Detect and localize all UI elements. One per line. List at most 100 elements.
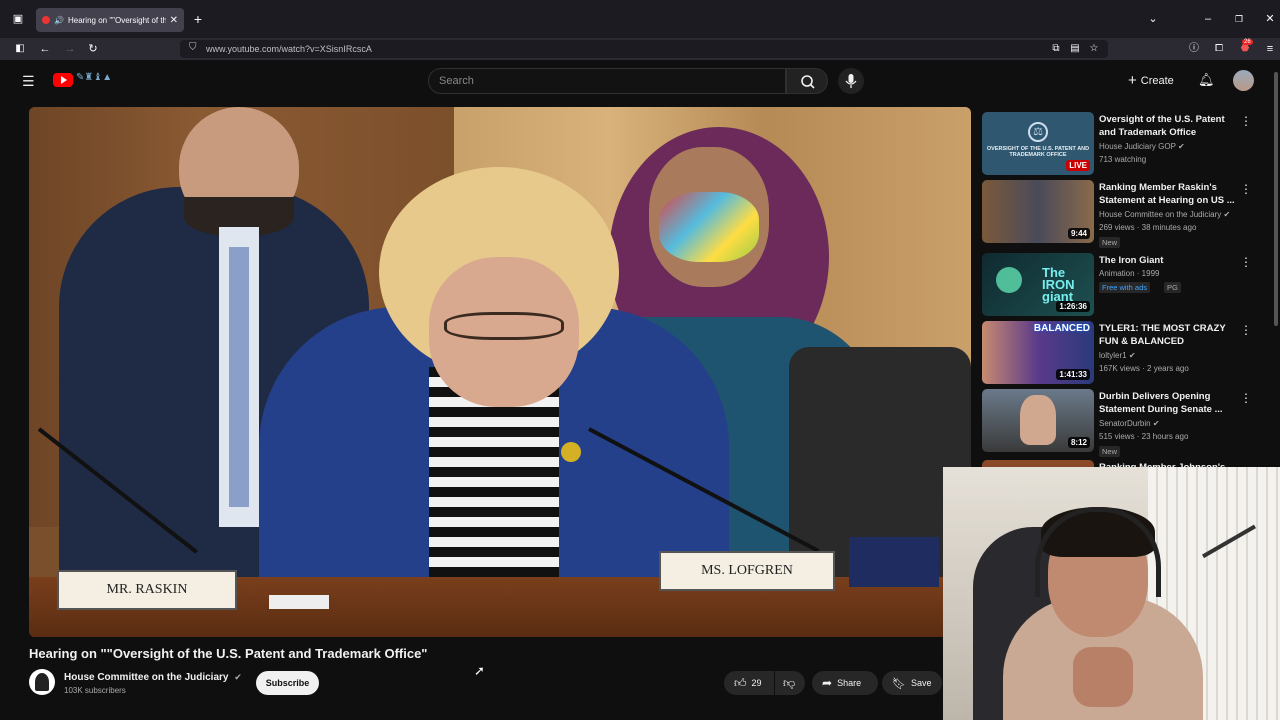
notifications-bell-icon[interactable]: 🔔︎ <box>1198 72 1215 88</box>
youtube-favicon-icon <box>42 16 50 24</box>
url-bar[interactable]: ⛉ www.youtube.com/watch?v=XSisnIRcscA <box>180 40 1108 58</box>
save-label: Save <box>910 678 932 688</box>
create-label: Create <box>1140 74 1174 87</box>
search-input[interactable]: Search <box>428 68 786 94</box>
navigation-toolbar: ◧ ← → ↻ ⛉ www.youtube.com/watch?v=XSisnI… <box>0 38 1280 60</box>
page-scrollbar[interactable] <box>1274 72 1278 326</box>
hamburger-menu-icon[interactable]: ☰ <box>22 73 35 90</box>
recommendation-thumbnail[interactable]: 9:44 <box>982 180 1094 243</box>
channel-name-text: House Committee on the Judiciary <box>64 672 229 683</box>
recommendation-item[interactable]: 8:12 Durbin Delivers Opening Statement D… <box>982 389 1272 457</box>
lapel-pin <box>561 442 581 462</box>
recommendation-meta: 515 views · 23 hours ago <box>1099 432 1189 441</box>
recommendation-meta: 269 views · 38 minutes ago <box>1099 223 1197 232</box>
recommendation-thumbnail[interactable]: ⚖ OVERSIGHT OF THE U.S. PATENT AND TRADE… <box>982 112 1094 175</box>
microphone-icon <box>845 74 857 88</box>
back-icon[interactable]: ← <box>37 41 53 57</box>
search-button[interactable] <box>786 68 828 94</box>
rating-badge: PG <box>1164 282 1181 293</box>
verified-check-icon: ✔ <box>234 672 242 682</box>
papers <box>269 595 329 609</box>
new-badge: New <box>1099 446 1121 457</box>
channel-name[interactable]: House Committee on the Judiciary ✔ <box>64 672 242 683</box>
mouse-cursor-icon: ➚ <box>474 663 485 678</box>
info-icon[interactable]: ⓘ <box>1186 41 1202 57</box>
recommendation-title[interactable]: The Iron Giant <box>1099 254 1239 267</box>
recommendation-item[interactable]: The IRON giant 1:26:36 The Iron Giant An… <box>982 253 1272 317</box>
new-tab-icon[interactable]: + <box>190 11 206 27</box>
restore-icon[interactable]: ❐ <box>1231 11 1247 27</box>
create-button[interactable]: + Create <box>1128 72 1174 89</box>
recommendation-channel: House Judiciary GOP ✔ <box>1099 142 1185 151</box>
thumbnail-text: OVERSIGHT OF THE U.S. PATENT AND TRADEMA… <box>986 146 1090 158</box>
menu-icon[interactable]: ≡ <box>1262 41 1278 57</box>
close-window-icon[interactable]: ✕ <box>1262 11 1278 27</box>
tab-list-icon[interactable]: ▣ <box>10 11 26 27</box>
more-options-icon[interactable]: ⋮ <box>1240 114 1252 128</box>
recommendation-item[interactable]: ⚖ OVERSIGHT OF THE U.S. PATENT AND TRADE… <box>982 112 1272 176</box>
face-mask <box>659 192 759 262</box>
duration-badge: 9:44 <box>1067 228 1090 239</box>
nameplate-lofgren: MS. LOFGREN <box>659 551 835 591</box>
shield-icon[interactable]: ⛉ <box>189 42 197 53</box>
robot-eye-icon <box>996 267 1022 293</box>
thumbs-up-icon: 👍︎ <box>734 675 747 690</box>
picture-in-picture-icon[interactable]: ⧉ <box>1048 41 1064 57</box>
like-button[interactable]: 👍︎ 29 <box>724 671 774 695</box>
thumbnail-text: The IRON giant <box>1042 265 1075 304</box>
subscribe-button[interactable]: Subscribe <box>256 671 319 695</box>
browser-tab-active[interactable]: 🔊 Hearing on ""Oversight of the U.S ✕ <box>36 8 184 32</box>
duration-badge: 1:26:36 <box>1056 301 1090 312</box>
minimize-icon[interactable]: – <box>1200 11 1216 27</box>
youtube-logo-icon[interactable] <box>53 73 73 87</box>
video-player[interactable]: MR. RASKIN MS. LOFGREN <box>29 107 971 637</box>
recommendation-channel: loltyler1 ✔ <box>1099 351 1136 360</box>
recommendation-title[interactable]: TYLER1: THE MOST CRAZY FUN & BALANCED CH… <box>1099 322 1239 349</box>
reload-icon[interactable]: ↻ <box>85 41 101 57</box>
recommendation-meta: 167K views · 2 years ago <box>1099 364 1189 373</box>
share-label: Share <box>837 678 862 688</box>
extensions-icon[interactable]: ⧠ <box>1211 41 1227 57</box>
recommendation-title[interactable]: Oversight of the U.S. Patent and Tradema… <box>1099 113 1239 139</box>
duration-badge: 8:12 <box>1067 437 1090 448</box>
speaker-icon[interactable]: 🔊 <box>54 16 64 25</box>
more-options-icon[interactable]: ⋮ <box>1240 323 1252 337</box>
verified-check-icon: ✔ <box>1178 142 1185 151</box>
doodle-logo-icon[interactable]: ✎♜♝▲ <box>76 72 112 83</box>
url-text: www.youtube.com/watch?v=XSisnIRcscA <box>206 44 372 54</box>
tab-close-icon[interactable]: ✕ <box>170 15 178 26</box>
recommendation-thumbnail[interactable]: The IRON giant 1:26:36 <box>982 253 1094 316</box>
person-hand <box>1073 647 1133 707</box>
more-options-icon[interactable]: ⋮ <box>1240 255 1252 269</box>
recommendation-thumbnail[interactable]: BALANCED 1:41:33 <box>982 321 1094 384</box>
nameplate-raskin: MR. RASKIN <box>57 570 237 610</box>
bookmark-icon: 🔖︎ <box>892 677 906 690</box>
recommendation-meta: 713 watching <box>1099 155 1147 164</box>
save-button[interactable]: 🔖︎ Save <box>882 671 942 695</box>
recommendation-channel: SenatorDurbin ✔ <box>1099 419 1160 428</box>
more-options-icon[interactable]: ⋮ <box>1240 182 1252 196</box>
new-badge: New <box>1099 237 1121 248</box>
share-arrow-icon: ➦ <box>822 676 833 690</box>
verified-check-icon: ✔ <box>1128 351 1136 360</box>
voice-search-button[interactable] <box>838 68 864 94</box>
reader-view-icon[interactable]: ▤ <box>1067 41 1083 57</box>
share-button[interactable]: ➦ Share <box>812 671 878 695</box>
recommendation-item[interactable]: BALANCED 1:41:33 TYLER1: THE MOST CRAZY … <box>982 321 1272 385</box>
youtube-header: ☰ ✎♜♝▲ Search + Create 🔔︎ <box>0 60 1280 104</box>
channel-avatar[interactable] <box>29 669 55 695</box>
forward-icon[interactable]: → <box>62 41 78 57</box>
sidebar-toggle-icon[interactable]: ◧ <box>12 41 28 57</box>
user-avatar[interactable] <box>1233 70 1254 91</box>
scales-icon: ⚖ <box>1028 122 1048 142</box>
dislike-button[interactable]: 👎︎ <box>775 671 805 695</box>
chevron-down-icon[interactable]: ⌄ <box>1145 11 1161 27</box>
recommendation-title[interactable]: Ranking Member Raskin's Statement at Hea… <box>1099 181 1239 207</box>
recommendation-thumbnail[interactable]: 8:12 <box>982 389 1094 452</box>
recommendation-title[interactable]: Durbin Delivers Opening Statement During… <box>1099 390 1239 416</box>
bookmark-star-icon[interactable]: ☆ <box>1086 41 1102 57</box>
more-options-icon[interactable]: ⋮ <box>1240 391 1252 405</box>
webcam-overlay <box>943 467 1280 720</box>
recommendation-item[interactable]: 9:44 Ranking Member Raskin's Statement a… <box>982 180 1272 248</box>
verified-check-icon: ✔ <box>1223 210 1231 219</box>
